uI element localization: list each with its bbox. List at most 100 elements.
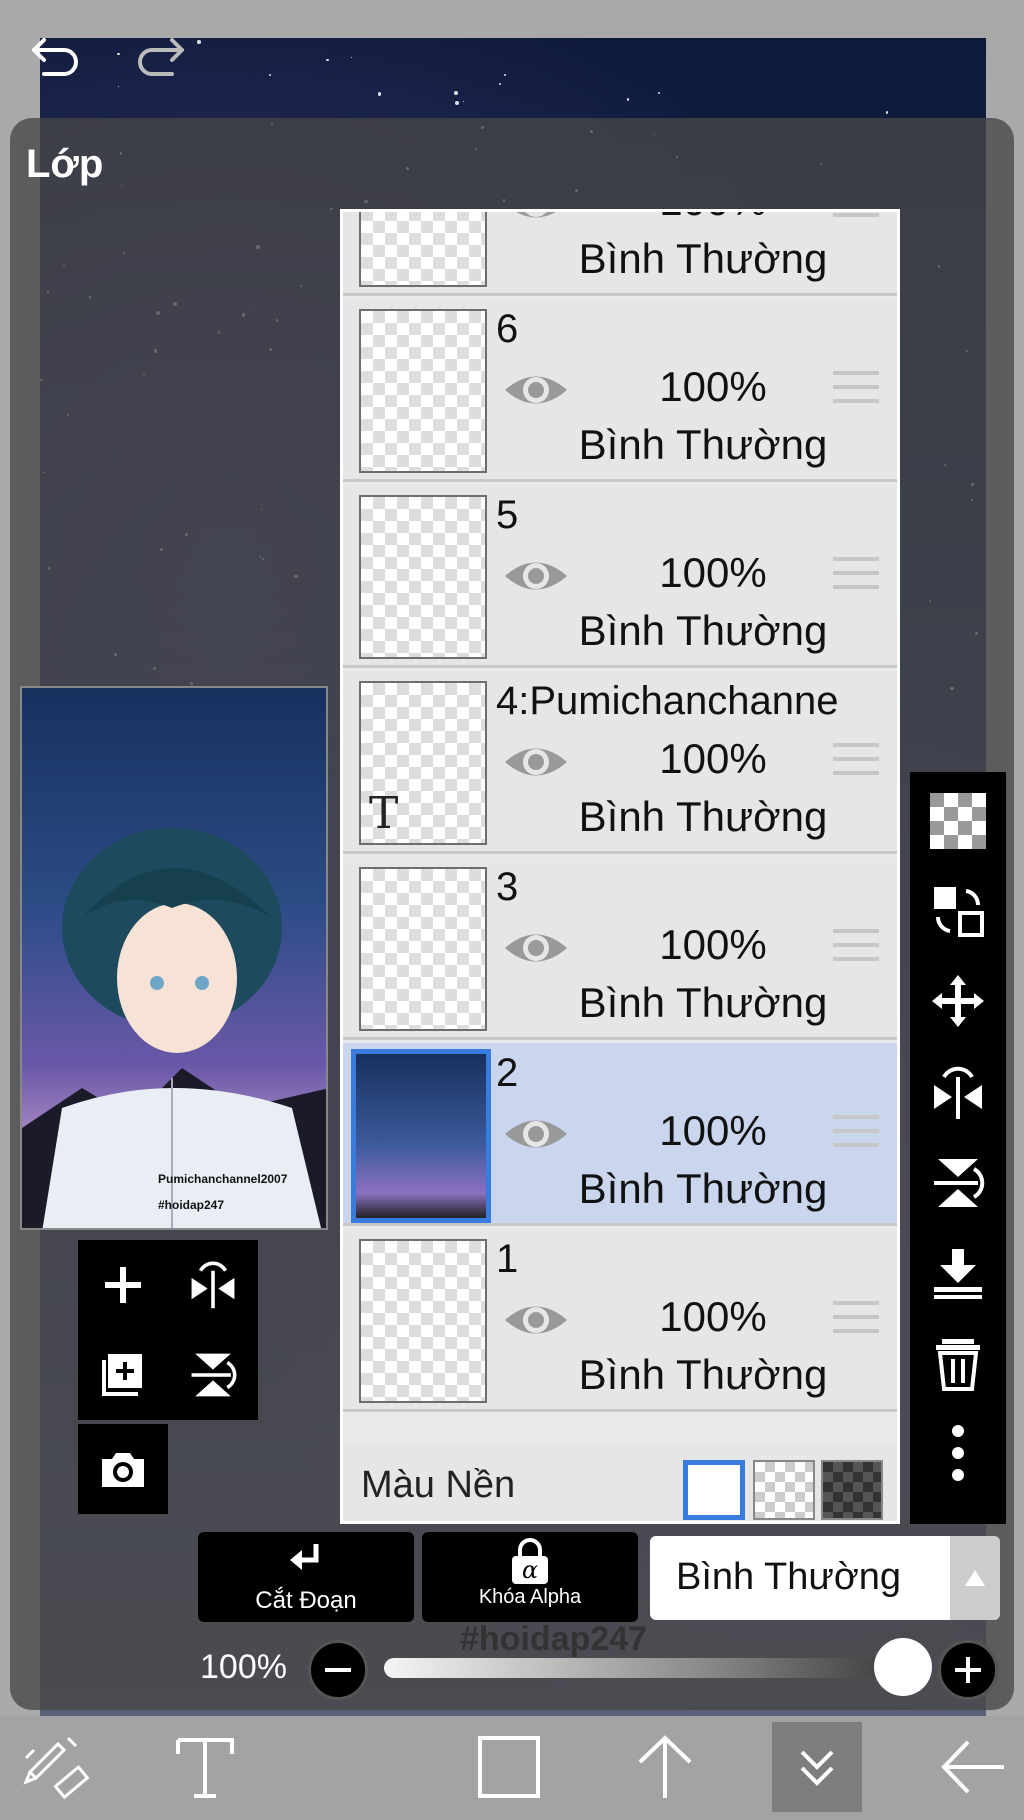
canvas-watermark-text: #hoidap247 (460, 1620, 648, 1658)
brush-eraser-icon[interactable] (10, 1722, 100, 1812)
visibility-eye-icon[interactable] (503, 1113, 569, 1155)
blend-mode-value: Bình Thường (676, 1556, 902, 1598)
alpha-lock-label: Khóa Alpha (478, 1586, 582, 1608)
canvas-preview[interactable]: Pumichanchannel2007 #hoidap247 (20, 686, 328, 1230)
collapse-panel-icon[interactable] (772, 1722, 862, 1812)
visibility-eye-icon[interactable] (503, 1299, 569, 1341)
move-icon[interactable] (922, 966, 994, 1036)
visibility-eye-icon[interactable] (503, 555, 569, 597)
add-layer-icon[interactable] (78, 1240, 168, 1330)
layer-thumbnail[interactable] (359, 495, 487, 659)
duplicate-layer-icon[interactable] (78, 1330, 168, 1420)
layer-opacity: 100% (659, 363, 767, 410)
drag-handle-icon[interactable] (833, 929, 879, 965)
opacity-value-label: 100% (200, 1648, 287, 1686)
background-transparent-swatch[interactable] (753, 1460, 815, 1520)
layer-thumbnail[interactable] (359, 212, 487, 287)
visibility-eye-icon[interactable] (503, 927, 569, 969)
layer-row[interactable]: 6 100% Bình Thường (343, 299, 897, 482)
layer-name: 2 (496, 1051, 519, 1095)
background-dark-swatch[interactable] (821, 1460, 883, 1520)
layer-blend-mode: Bình Thường (578, 607, 828, 654)
flip-horizontal-icon[interactable] (922, 1058, 994, 1128)
layer-row[interactable]: 5 100% Bình Thường (343, 485, 897, 668)
visibility-eye-icon[interactable] (503, 209, 569, 225)
layer-name: 3 (496, 865, 519, 909)
layer-blend-mode: Bình Thường (578, 235, 828, 282)
drag-handle-icon[interactable] (833, 743, 879, 779)
layer-row[interactable]: T 4:Pumichanchanne 100% Bình Thường (343, 671, 897, 854)
alpha-lock-button[interactable]: α Khóa Alpha (422, 1532, 638, 1622)
background-color-row: Màu Nền (343, 1444, 897, 1521)
layer-blend-mode: Bình Thường (578, 979, 828, 1026)
clipping-label: Cắt Đoạn (255, 1587, 357, 1614)
layer-blend-mode: Bình Thường (578, 1165, 828, 1212)
camera-icon[interactable] (78, 1424, 168, 1514)
arrow-up-icon[interactable] (620, 1722, 710, 1812)
layer-blend-mode: Bình Thường (578, 1351, 828, 1398)
layer-opacity: 100% (659, 735, 767, 782)
layer-thumbnail[interactable] (359, 867, 487, 1031)
layer-tools-toolbar (910, 772, 1006, 1524)
layer-row[interactable]: 3 100% Bình Thường (343, 857, 897, 1040)
layer-name: 5 (496, 493, 519, 537)
trash-icon[interactable] (922, 1328, 994, 1398)
opacity-increase-button[interactable] (938, 1640, 998, 1700)
panel-title: Lớp (26, 142, 104, 186)
checkerboard-icon[interactable] (922, 786, 994, 856)
swap-layers-icon[interactable] (922, 876, 994, 946)
preview-artwork (22, 828, 326, 1228)
layer-blend-mode: Bình Thường (578, 793, 828, 840)
drag-handle-icon[interactable] (833, 212, 879, 221)
visibility-eye-icon[interactable] (503, 369, 569, 411)
layer-thumbnail[interactable] (359, 1239, 487, 1403)
clipping-button[interactable]: Cắt Đoạn (198, 1532, 414, 1622)
selection-rect-icon[interactable] (464, 1722, 554, 1812)
layer-name: 1 (496, 1237, 519, 1281)
text-layer-glyph: T (369, 788, 399, 839)
clip-arrow-icon (290, 1544, 319, 1570)
opacity-slider-track[interactable] (384, 1658, 924, 1678)
drag-handle-icon[interactable] (833, 1115, 879, 1151)
layer-opacity: 100% (659, 549, 767, 596)
opacity-decrease-button[interactable] (308, 1640, 368, 1700)
star-dot (886, 111, 889, 114)
layer-opacity: 100% (659, 1293, 767, 1340)
redo-icon[interactable] (130, 26, 190, 86)
blend-mode-arrow-icon[interactable] (950, 1536, 1000, 1620)
undo-icon[interactable] (26, 26, 86, 86)
layer-name: 6 (496, 307, 519, 351)
drag-handle-icon[interactable] (833, 371, 879, 407)
layer-blend-mode: Bình Thường (578, 421, 828, 468)
preview-caption-2: #hoidap247 (158, 1198, 225, 1212)
back-arrow-icon[interactable] (928, 1722, 1018, 1812)
layer-list[interactable]: 100% Bình Thường 6 100% Bình Thường 5 100% Bình… (340, 209, 900, 1524)
drag-handle-icon[interactable] (833, 1301, 879, 1337)
layer-opacity: 100% (659, 1107, 767, 1154)
background-color-label: Màu Nền (361, 1464, 516, 1506)
layer-row[interactable]: 2 100% Bình Thường (343, 1043, 897, 1226)
drag-handle-icon[interactable] (833, 557, 879, 593)
top-bar (0, 0, 1024, 110)
visibility-eye-icon[interactable] (503, 741, 569, 783)
opacity-slider-thumb[interactable] (874, 1638, 932, 1696)
layer-thumbnail[interactable] (359, 309, 487, 473)
layer-thumbnail[interactable] (351, 1049, 491, 1223)
alpha-glyph: α (521, 1556, 539, 1584)
text-tool-icon[interactable] (160, 1722, 250, 1812)
flip-horizontal-small-icon[interactable] (168, 1240, 258, 1330)
more-options-icon[interactable] (922, 1418, 994, 1488)
layer-opacity: 100% (643, 212, 783, 225)
layer-thumbnail[interactable]: T (359, 681, 487, 845)
layer-opacity: 100% (659, 921, 767, 968)
lock-icon: α (508, 1538, 552, 1586)
layer-add-toolbar (78, 1240, 268, 1520)
preview-caption-1: Pumichanchannel2007 (158, 1172, 288, 1186)
background-white-swatch[interactable] (683, 1460, 745, 1520)
layer-name: 4:Pumichanchanne (496, 679, 839, 723)
layer-row[interactable]: 1 100% Bình Thường (343, 1229, 897, 1412)
layer-row[interactable]: 100% Bình Thường (343, 209, 897, 296)
flip-vertical-icon[interactable] (922, 1148, 994, 1218)
flip-vertical-small-icon[interactable] (168, 1330, 258, 1420)
merge-down-icon[interactable] (922, 1238, 994, 1308)
